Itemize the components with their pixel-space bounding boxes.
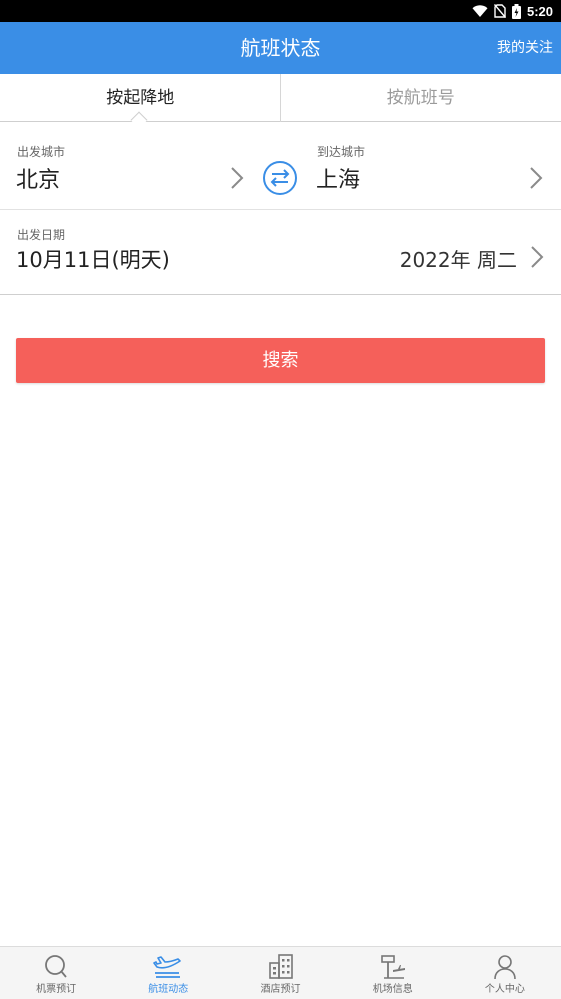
status-bar: 5:20 [0,0,561,22]
nav-item-ticket-booking[interactable]: 机票预订 [0,947,112,999]
chevron-right-icon [231,167,244,189]
title-bar: 航班状态 我的关注 [0,22,561,74]
depart-date-year-weekday: 2022年 周二 [399,248,517,272]
my-follow-button[interactable]: 我的关注 [497,22,553,74]
depart-city-value: 北京 [16,168,61,193]
swap-arrows-icon[interactable] [262,160,298,196]
hotel-building-icon [268,954,293,979]
nav-label: 航班动态 [148,984,189,995]
nav-item-airport-info[interactable]: 机场信息 [337,947,449,999]
airport-tower-icon [380,955,405,979]
bottom-nav: 机票预订 航班动态 酒店预订 机场信息 个人中心 [0,946,561,999]
arrive-city-value: 上海 [316,168,361,193]
nav-label: 机票预订 [36,984,77,995]
tab-by-flight-number[interactable]: 按航班号 [281,74,561,121]
depart-city-label: 出发城市 [17,145,66,159]
depart-date-label: 出发日期 [17,228,66,242]
search-icon [45,955,67,978]
no-sim-icon [493,4,506,18]
airplane-icon [153,956,182,978]
tab-divider [280,74,281,122]
arrive-city-field[interactable]: 到达城市 上海 [300,122,561,210]
page-title: 航班状态 [240,36,321,60]
chevron-right-icon [531,246,544,268]
depart-date-field[interactable]: 出发日期 10月11日(明天) 2022年 周二 [0,210,561,295]
status-icons: 5:20 [472,0,553,22]
search-button[interactable]: 搜索 [16,338,545,383]
user-icon [494,955,516,980]
nav-item-personal-center[interactable]: 个人中心 [449,947,561,999]
battery-charging-icon [511,3,521,19]
depart-date-value: 10月11日(明天) [16,248,170,272]
route-row: 出发城市 北京 到达城市 上海 [0,122,561,210]
wifi-icon [472,4,488,17]
chevron-right-icon [530,167,543,189]
nav-label: 个人中心 [484,984,525,995]
status-time: 5:20 [526,3,553,19]
nav-item-hotel-booking[interactable]: 酒店预订 [224,947,336,999]
depart-city-field[interactable]: 出发城市 北京 [0,122,255,210]
arrive-city-label: 到达城市 [317,145,366,159]
nav-label: 酒店预订 [260,984,301,995]
nav-item-flight-status[interactable]: 航班动态 [112,947,224,999]
nav-label: 机场信息 [372,984,413,995]
